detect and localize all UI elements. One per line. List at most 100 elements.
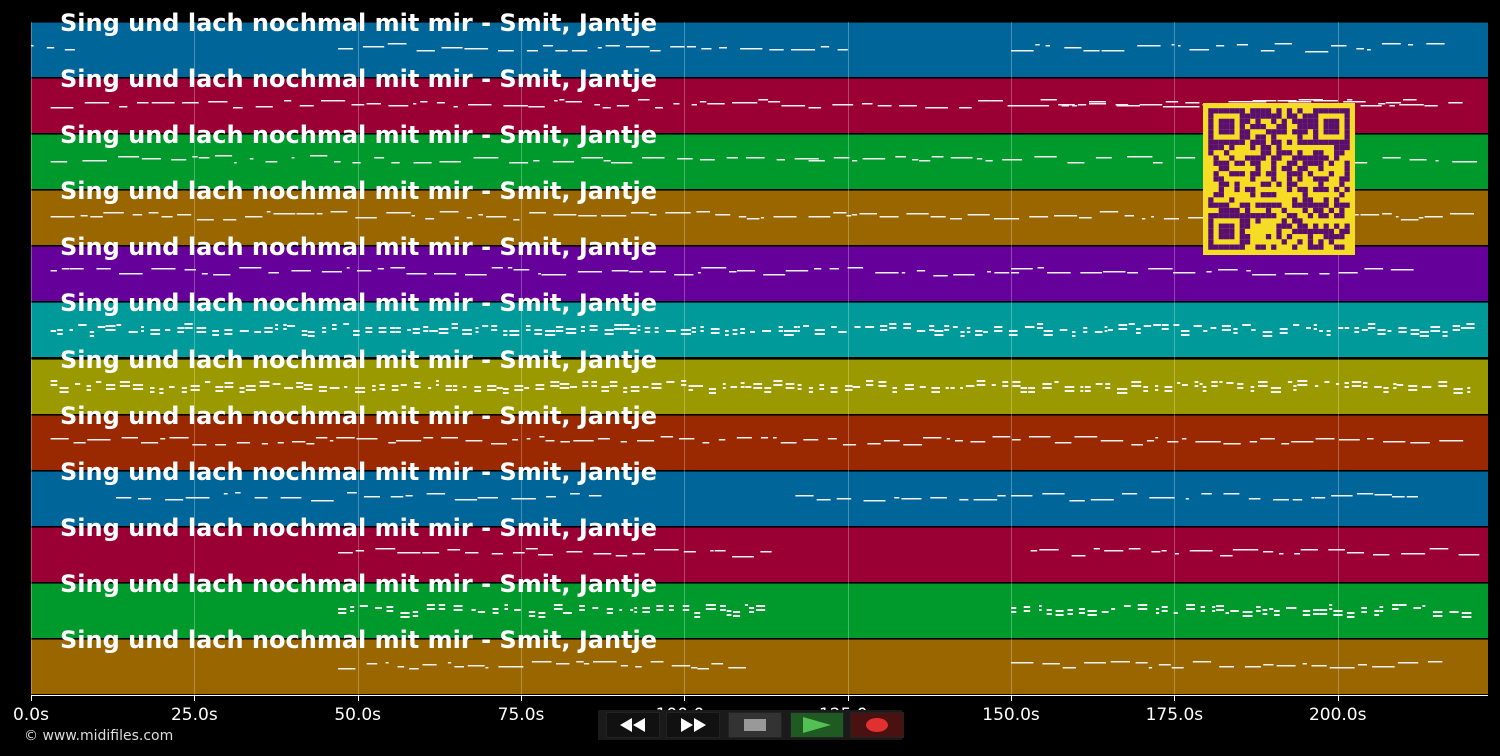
midi-note — [875, 272, 899, 274]
midi-note — [1361, 329, 1368, 332]
midi-note — [1274, 43, 1292, 45]
midi-note — [559, 386, 570, 389]
midi-note — [75, 382, 81, 385]
midi-note — [1011, 272, 1020, 274]
midi-note — [1121, 492, 1138, 495]
midi-note — [710, 549, 714, 552]
midi-note — [283, 324, 287, 327]
midi-note — [597, 47, 602, 49]
fast-forward-button[interactable] — [666, 712, 720, 738]
midi-note — [1262, 608, 1268, 611]
midi-note — [234, 162, 237, 164]
midi-note — [1251, 329, 1256, 332]
record-button[interactable] — [850, 712, 904, 738]
midi-note — [769, 49, 784, 51]
midi-note — [960, 386, 963, 389]
midi-note — [1195, 440, 1221, 443]
midi-note — [838, 331, 847, 334]
midi-note — [967, 214, 990, 216]
midi-note — [535, 387, 545, 390]
midi-note — [372, 388, 376, 391]
midi-note — [103, 212, 124, 214]
midi-note — [453, 106, 458, 108]
midi-note — [556, 662, 570, 665]
midi-note — [1387, 330, 1392, 333]
midi-note — [756, 608, 766, 611]
midi-note — [708, 387, 716, 390]
midi-note — [795, 494, 814, 497]
midi-note — [1101, 50, 1125, 52]
midi-note — [284, 100, 292, 102]
midi-note — [1131, 443, 1143, 446]
midi-note — [616, 105, 630, 107]
midi-note — [895, 156, 906, 158]
midi-note — [1161, 328, 1169, 331]
midi-note — [650, 50, 661, 52]
midi-note — [391, 388, 399, 391]
midi-note — [1183, 106, 1200, 108]
midi-note — [1273, 498, 1289, 501]
midi-note — [426, 492, 446, 495]
midi-note — [665, 212, 691, 214]
stop-button[interactable] — [728, 712, 782, 738]
midi-note — [620, 664, 628, 667]
midi-note — [644, 331, 651, 334]
midi-note — [582, 384, 589, 387]
midi-note — [436, 102, 445, 104]
midi-note — [1408, 44, 1414, 46]
midi-note — [985, 160, 993, 162]
midi-note — [1326, 330, 1331, 333]
midi-note — [1363, 381, 1368, 384]
midi-note — [642, 157, 665, 159]
midi-note — [466, 217, 472, 219]
midi-note — [259, 384, 270, 387]
midi-note — [1020, 390, 1028, 393]
midi-note — [396, 439, 422, 442]
midi-note — [1248, 497, 1261, 500]
midi-note — [1410, 329, 1420, 332]
midi-note — [214, 155, 233, 157]
midi-note — [311, 499, 334, 502]
midi-note — [1246, 270, 1251, 272]
midi-note — [1302, 613, 1311, 616]
midi-note — [866, 379, 874, 382]
midi-note — [59, 386, 69, 389]
midi-note — [623, 390, 628, 393]
midi-note — [832, 104, 854, 106]
midi-note — [261, 442, 268, 445]
midi-note — [141, 330, 144, 333]
midi-note — [632, 552, 646, 555]
midi-note — [1173, 272, 1196, 274]
midi-note — [1395, 216, 1399, 218]
midi-note — [64, 49, 75, 51]
rewind-button[interactable] — [606, 712, 660, 738]
midi-note — [1226, 381, 1234, 384]
midi-note — [390, 267, 406, 269]
midi-note — [525, 547, 538, 550]
midi-note — [1421, 385, 1432, 388]
midi-note — [426, 607, 435, 610]
midi-note — [338, 607, 347, 610]
midi-note — [454, 665, 464, 668]
midi-note — [1116, 105, 1140, 107]
midi-note — [1054, 215, 1078, 217]
midi-note — [722, 382, 726, 385]
midi-note — [445, 384, 453, 387]
midi-note — [1313, 324, 1317, 327]
midi-note — [1180, 330, 1190, 333]
midi-note — [303, 387, 313, 390]
midi-note — [606, 611, 613, 614]
midi-note — [816, 498, 831, 501]
play-button[interactable] — [790, 712, 844, 738]
midi-note — [1354, 331, 1360, 334]
midi-note — [86, 388, 91, 391]
midi-note — [665, 330, 676, 333]
midi-note — [412, 328, 420, 331]
midi-note — [356, 270, 372, 272]
midi-note — [983, 331, 988, 334]
midi-note — [714, 549, 726, 552]
midi-note — [1152, 162, 1163, 164]
midi-note — [1392, 607, 1399, 610]
midi-note — [791, 49, 816, 51]
midi-note — [447, 548, 461, 551]
